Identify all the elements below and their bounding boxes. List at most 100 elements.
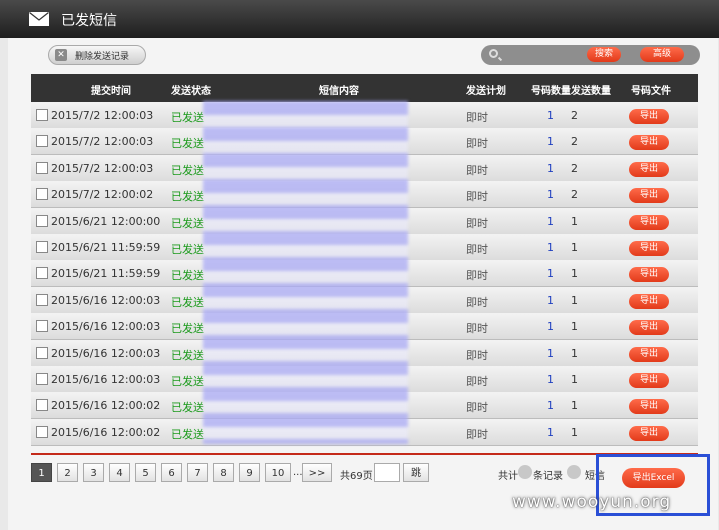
sent-count: 2 bbox=[571, 188, 578, 202]
row-checkbox[interactable] bbox=[36, 373, 48, 385]
number-count: 1 bbox=[547, 188, 554, 202]
status-text: 已发送 bbox=[171, 243, 204, 256]
mail-icon bbox=[29, 12, 49, 26]
redacted-sms-content bbox=[203, 101, 408, 444]
page-5-button[interactable]: 5 bbox=[135, 463, 156, 482]
export-button[interactable]: 导出 bbox=[629, 373, 669, 388]
col-content: 短信内容 bbox=[319, 86, 359, 97]
search-button[interactable]: 搜索 bbox=[587, 47, 621, 62]
submit-time: 2015/7/2 12:00:03 bbox=[51, 109, 154, 122]
sent-count: 1 bbox=[571, 373, 578, 386]
row-checkbox[interactable] bbox=[36, 241, 48, 253]
export-button[interactable]: 导出 bbox=[629, 320, 669, 336]
page-9-button[interactable]: 9 bbox=[239, 463, 260, 482]
export-button[interactable]: 导出 bbox=[629, 188, 669, 204]
redacted-record-count bbox=[518, 465, 532, 479]
page-4-button[interactable]: 4 bbox=[109, 463, 130, 482]
page-3-button[interactable]: 3 bbox=[83, 463, 104, 482]
page-8-button[interactable]: 8 bbox=[213, 463, 234, 482]
submit-time: 2015/6/16 12:00:03 bbox=[51, 373, 161, 386]
number-count: 1 bbox=[547, 425, 554, 439]
redacted-sms-count bbox=[567, 465, 581, 479]
submit-time: 2015/7/2 12:00:03 bbox=[51, 161, 154, 175]
export-button[interactable]: 导出 bbox=[629, 425, 669, 441]
col-plan: 发送计划 bbox=[466, 86, 506, 97]
row-checkbox[interactable] bbox=[36, 293, 48, 306]
number-count: 1 bbox=[547, 267, 554, 281]
export-button[interactable]: 导出 bbox=[629, 346, 669, 362]
row-checkbox[interactable] bbox=[36, 267, 48, 280]
plan-text: 即时 bbox=[466, 322, 488, 336]
row-checkbox[interactable] bbox=[36, 135, 48, 148]
watermark: www.wooyun.org bbox=[512, 492, 672, 512]
sent-count: 1 bbox=[571, 241, 578, 254]
table-header: 提交时间 发送状态 短信内容 发送计划 号码数量 发送数量 号码文件 bbox=[31, 74, 698, 102]
status-text: 已发送 bbox=[171, 348, 204, 362]
export-button[interactable]: 导出 bbox=[629, 214, 669, 230]
export-button[interactable]: 导出 bbox=[629, 109, 669, 124]
plan-text: 即时 bbox=[466, 163, 488, 177]
col-submit-time: 提交时间 bbox=[91, 86, 131, 97]
plan-text: 即时 bbox=[466, 190, 488, 204]
status-text: 已发送 bbox=[171, 190, 204, 204]
search-input[interactable] bbox=[505, 48, 589, 64]
page-7-button[interactable]: 7 bbox=[187, 463, 208, 482]
next-page-button[interactable]: >> bbox=[302, 463, 332, 482]
status-text: 已发送 bbox=[171, 375, 204, 388]
status-text: 已发送 bbox=[171, 322, 204, 336]
plan-text: 即时 bbox=[466, 401, 488, 415]
submit-time: 2015/6/16 12:00:03 bbox=[51, 346, 161, 360]
jump-button[interactable]: 跳 bbox=[403, 463, 429, 482]
close-icon: ✕ bbox=[55, 49, 67, 61]
export-button[interactable]: 导出 bbox=[629, 241, 669, 256]
row-checkbox[interactable] bbox=[36, 161, 48, 174]
export-excel-button[interactable]: 导出Excel bbox=[622, 468, 685, 488]
row-checkbox[interactable] bbox=[36, 214, 48, 227]
search-bar: 搜索 高级 bbox=[481, 45, 700, 65]
page-10-button[interactable]: 10 bbox=[265, 463, 291, 482]
export-button[interactable]: 导出 bbox=[629, 399, 669, 415]
total-pages: 共69页 bbox=[340, 471, 373, 482]
status-text: 已发送 bbox=[171, 111, 204, 124]
submit-time: 2015/7/2 12:00:03 bbox=[51, 135, 154, 149]
row-checkbox[interactable] bbox=[36, 346, 48, 359]
number-count: 1 bbox=[547, 346, 554, 360]
page-6-button[interactable]: 6 bbox=[161, 463, 182, 482]
submit-time: 2015/6/21 11:59:59 bbox=[51, 241, 161, 254]
number-count: 1 bbox=[547, 161, 554, 175]
row-checkbox[interactable] bbox=[36, 109, 48, 121]
sent-count: 2 bbox=[571, 161, 578, 175]
page-jump-input[interactable] bbox=[374, 463, 400, 482]
submit-time: 2015/6/16 12:00:02 bbox=[51, 425, 161, 439]
delete-records-label: 删除发送记录 bbox=[75, 52, 130, 62]
page-2-button[interactable]: 2 bbox=[57, 463, 78, 482]
status-text: 已发送 bbox=[171, 427, 204, 441]
number-count: 1 bbox=[547, 109, 554, 122]
sent-count: 1 bbox=[571, 346, 578, 360]
number-count: 1 bbox=[547, 214, 554, 228]
plan-text: 即时 bbox=[466, 269, 488, 283]
delete-records-button[interactable]: ✕ 删除发送记录 bbox=[48, 45, 146, 65]
export-button[interactable]: 导出 bbox=[629, 293, 669, 309]
sent-count: 1 bbox=[571, 399, 578, 413]
plan-text: 即时 bbox=[466, 295, 488, 309]
plan-text: 即时 bbox=[466, 137, 488, 151]
row-checkbox[interactable] bbox=[36, 399, 48, 412]
plan-text: 即时 bbox=[466, 111, 488, 124]
plan-text: 即时 bbox=[466, 375, 488, 388]
sent-count: 1 bbox=[571, 320, 578, 334]
export-button[interactable]: 导出 bbox=[629, 161, 669, 177]
export-button[interactable]: 导出 bbox=[629, 267, 669, 283]
number-count: 1 bbox=[547, 241, 554, 254]
plan-text: 即时 bbox=[466, 243, 488, 256]
export-button[interactable]: 导出 bbox=[629, 135, 669, 151]
col-number-count: 号码数量 bbox=[531, 86, 571, 97]
status-text: 已发送 bbox=[171, 401, 204, 415]
sent-count: 2 bbox=[571, 109, 578, 122]
row-checkbox[interactable] bbox=[36, 425, 48, 438]
advanced-search-button[interactable]: 高级 bbox=[640, 47, 684, 62]
page-1-button[interactable]: 1 bbox=[31, 463, 52, 482]
row-checkbox[interactable] bbox=[36, 188, 48, 201]
submit-time: 2015/6/21 11:59:59 bbox=[51, 267, 161, 281]
row-checkbox[interactable] bbox=[36, 320, 48, 333]
